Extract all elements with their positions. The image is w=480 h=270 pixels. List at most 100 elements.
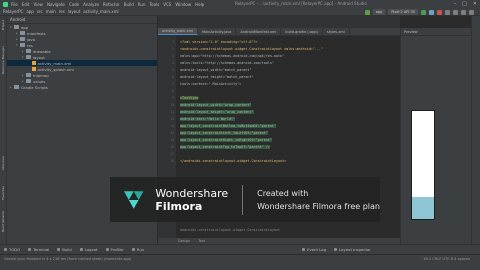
code-line: android:layout_height="wrap_content" <box>180 110 254 114</box>
code-line: <TextView <box>180 96 199 100</box>
tab-styles-xml[interactable]: styles.xml <box>323 28 350 35</box>
code-line: app:layout_constraintBottom_toBottomOf="… <box>180 124 276 128</box>
editor-breadcrumb: androidx.constraintlayout.widget.Constra… <box>180 228 281 232</box>
folder-icon <box>14 25 19 29</box>
menu-refactor[interactable]: Refactor <box>103 2 120 7</box>
tab-activity-main-xml[interactable]: activity_main.xml <box>158 28 198 35</box>
menu-view[interactable]: View <box>33 2 43 7</box>
tool-event-log[interactable]: Event Log <box>302 247 326 252</box>
code-line: android:layout_width="match_parent" <box>180 68 252 72</box>
tool-run-label: Run <box>136 247 145 252</box>
code-line: xmlns:app="http://schemas.android.com/ap… <box>180 54 285 58</box>
menu-navigate[interactable]: Navigate <box>47 2 65 7</box>
preview-panel: Preview <box>400 28 471 244</box>
xml-file-icon <box>32 60 36 66</box>
close-icon[interactable]: ✕ <box>473 1 477 7</box>
menu-edit[interactable]: Edit <box>22 2 30 7</box>
line-number: 17 <box>170 152 174 156</box>
sdk-manager-icon[interactable] <box>461 9 466 15</box>
line-number: 1 <box>172 40 174 44</box>
tree-item-label: values <box>33 78 46 84</box>
tab-resource-manager[interactable]: Resource Manager <box>1 46 6 74</box>
menu-analyze[interactable]: Analyze <box>83 2 99 7</box>
minimize-icon[interactable]: – <box>454 1 457 7</box>
line-number: 11 <box>170 110 174 114</box>
watermark-created: Created with <box>257 188 309 198</box>
code-line: app:layout_constraintRight_toRightOf="pa… <box>180 138 272 142</box>
cursor-position[interactable]: 18:1 CRLF UTF-8 4 spaces <box>423 257 470 261</box>
breadcrumb-file[interactable]: activity_main.xml <box>83 9 118 14</box>
logcat-icon <box>79 248 83 251</box>
preview-title: Preview <box>401 28 471 36</box>
code-line: android:layout_height="match_parent" <box>180 75 254 79</box>
layout-inspector-icon <box>334 248 338 251</box>
tab-build-gradle[interactable]: build.gradle (:app) <box>281 28 323 35</box>
device-select[interactable]: Pixel 2 API 30 <box>388 9 418 15</box>
folder-icon <box>26 55 31 59</box>
run-config-select[interactable]: app <box>372 9 386 15</box>
profiler-icon <box>105 248 109 251</box>
tool-build-label: Build <box>62 247 72 252</box>
menu-file[interactable]: File <box>11 2 18 7</box>
line-number: 4 <box>172 61 174 65</box>
tab-favorites[interactable]: Favorites <box>1 186 6 200</box>
code-line: xmlns:tools="http://schemas.android.com/… <box>180 61 274 65</box>
debug-icon[interactable] <box>429 9 434 15</box>
tab-build-variants[interactable]: Build Variants <box>1 211 6 232</box>
tool-logcat[interactable]: Logcat <box>79 247 98 252</box>
breadcrumb-src[interactable]: src <box>37 9 43 14</box>
breadcrumb-project[interactable]: RelayerPC <box>3 9 23 14</box>
folder-icon <box>26 49 31 53</box>
design-tab[interactable]: Design <box>178 239 190 243</box>
watermark-plan: Wondershare Filmora free plan <box>257 201 380 211</box>
breadcrumb-main[interactable]: main <box>46 9 56 14</box>
avd-manager-icon[interactable] <box>453 9 458 15</box>
preview-nav-area <box>412 197 434 219</box>
tool-build[interactable]: Build <box>57 247 72 252</box>
breadcrumb-res[interactable]: res <box>59 9 65 14</box>
tree-item-label: activity_splash.xml <box>37 66 74 72</box>
tool-layout-inspector-label: Layout Inspector <box>339 247 371 252</box>
tab-mainactivity-java[interactable]: MainActivity.java <box>198 28 237 35</box>
tool-layout-inspector[interactable]: Layout Inspector <box>334 247 371 252</box>
tree-item-label: app <box>21 24 29 30</box>
line-number: 9 <box>172 96 174 100</box>
tree-item[interactable]: ▸ Gradle Scripts <box>7 84 157 90</box>
breadcrumb-layout[interactable]: layout <box>68 9 80 14</box>
watermark-brand: Wondershare <box>155 186 229 200</box>
menu-run[interactable]: Run <box>138 2 146 7</box>
tree-item-label: Gradle Scripts <box>21 84 48 90</box>
menu-tools[interactable]: Tools <box>149 2 159 7</box>
line-number: 13 <box>170 124 174 128</box>
filmora-watermark: Wondershare Filmora Created with Wonders… <box>110 177 380 222</box>
tool-event-log-label: Event Log <box>307 247 327 252</box>
line-number: 6 <box>172 75 174 79</box>
hammer-icon[interactable] <box>364 9 370 15</box>
code-line: app:layout_constraintTop_toTopOf="parent… <box>180 145 270 149</box>
menu-code[interactable]: Code <box>69 2 79 7</box>
project-view-select[interactable]: Android <box>7 16 157 24</box>
run-icon[interactable] <box>421 9 426 15</box>
run-tool-icon <box>131 248 135 251</box>
tab-structure[interactable]: Structure <box>1 156 6 170</box>
tab-project[interactable]: Project <box>1 20 6 30</box>
menu-window[interactable]: Window <box>175 2 191 7</box>
menu-vcs[interactable]: VCS <box>163 2 171 7</box>
code-line: android:layout_width="wrap_content" <box>180 103 252 107</box>
tool-profiler-label: Profiler <box>110 247 124 252</box>
tool-profiler[interactable]: Profiler <box>105 247 124 252</box>
maximize-icon[interactable]: □ <box>462 1 467 7</box>
tool-run[interactable]: Run <box>131 247 145 252</box>
device-preview[interactable] <box>411 110 435 220</box>
tab-android-manifest[interactable]: AndroidManifest.xml <box>236 28 282 35</box>
stop-icon[interactable] <box>437 9 442 15</box>
tool-terminal[interactable]: Terminal <box>28 247 49 252</box>
menu-build[interactable]: Build <box>124 2 134 7</box>
tool-todo[interactable]: TODO <box>4 247 20 252</box>
text-tab[interactable]: Text <box>198 239 205 243</box>
sync-icon[interactable] <box>445 9 450 15</box>
menu-help[interactable]: Help <box>195 2 204 7</box>
search-icon[interactable] <box>469 9 474 15</box>
breadcrumb-app[interactable]: app <box>26 9 34 14</box>
navigation-bar: RelayerPC app src main res layout activi… <box>0 8 480 16</box>
